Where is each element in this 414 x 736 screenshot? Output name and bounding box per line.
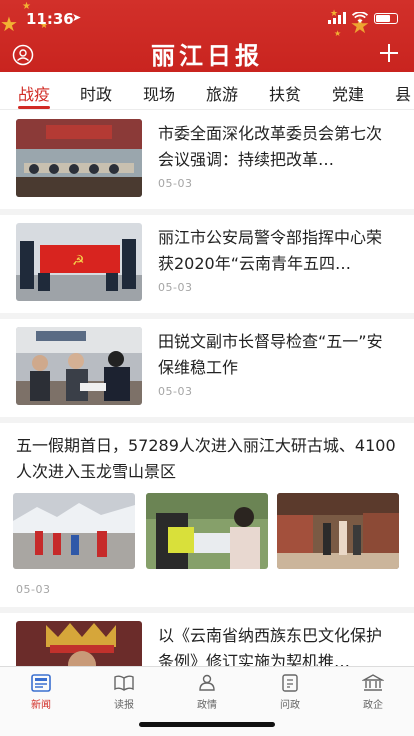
tabbar-label: 政企 bbox=[363, 700, 383, 711]
home-indicator bbox=[139, 722, 275, 727]
tabbar-label: 政情 bbox=[197, 700, 217, 711]
wifi-icon bbox=[352, 12, 368, 23]
tabbar-read-paper[interactable]: 读报 bbox=[94, 673, 154, 711]
tab-shizheng[interactable]: 时政 bbox=[80, 81, 112, 105]
tab-lvyou[interactable]: 旅游 bbox=[206, 81, 238, 105]
news-date: 05-03 bbox=[158, 385, 193, 398]
cellular-signal-icon bbox=[328, 12, 346, 24]
news-title[interactable]: 以《云南省纳西族东巴文化保护条例》修订实施为契机推… bbox=[158, 623, 394, 666]
news-thumbnail-inspection bbox=[16, 327, 142, 405]
tabbar-label: 读报 bbox=[114, 700, 134, 711]
tab-xianchang[interactable]: 现场 bbox=[143, 81, 175, 105]
news-title[interactable]: 丽江市公安局警令部指挥中心荣获2020年“云南青年五四… bbox=[158, 225, 394, 277]
tab-dangjian[interactable]: 党建 bbox=[332, 81, 364, 105]
inquiry-document-icon bbox=[282, 674, 298, 692]
news-date: 05-03 bbox=[158, 281, 193, 294]
tabbar-news[interactable]: 新闻 bbox=[11, 673, 71, 711]
app-logo-title: 丽江日报 bbox=[151, 41, 263, 70]
tabbar-label: 问政 bbox=[280, 700, 300, 711]
tabbar-politics[interactable]: 政情 bbox=[177, 673, 237, 711]
category-tabs: 战疫 时政 现场 旅游 扶贫 党建 县 bbox=[0, 72, 414, 110]
gallery-image-snow-mountain bbox=[13, 493, 135, 569]
tab-zhanyi[interactable]: 战疫 bbox=[18, 81, 50, 105]
tab-fupin[interactable]: 扶贫 bbox=[269, 81, 301, 105]
status-icons bbox=[328, 12, 398, 24]
tabbar-label: 新闻 bbox=[31, 700, 51, 711]
tabbar-inquiry[interactable]: 问政 bbox=[260, 673, 320, 711]
location-arrow-icon: ➤ bbox=[72, 11, 82, 24]
active-tab-indicator bbox=[18, 106, 50, 109]
status-time: 11:36 bbox=[26, 10, 74, 28]
news-item[interactable]: 市委全面深化改革委员会第七次会议强调：持续把改革… 05-03 bbox=[0, 111, 414, 215]
news-item[interactable]: ☭ 丽江市公安局警令部指挥中心荣获2020年“云南青年五四… 05-03 bbox=[0, 215, 414, 319]
app-header: ★ ★ ★ ★ ★ ★ 11:36 ➤ 丽江日报 bbox=[0, 0, 414, 72]
news-title[interactable]: 田锐文副市长督导检查“五一”安保维稳工作 bbox=[158, 329, 394, 381]
tabbar-gov-enterprise[interactable]: 政企 bbox=[343, 673, 403, 711]
gallery-image-old-town bbox=[277, 493, 399, 569]
add-plus-icon[interactable] bbox=[378, 42, 400, 64]
news-item[interactable]: 以《云南省纳西族东巴文化保护条例》修订实施为契机推… bbox=[0, 613, 414, 666]
news-thumbnail-dongba bbox=[16, 621, 142, 666]
tab-xian[interactable]: 县 bbox=[395, 81, 411, 105]
news-item-gallery[interactable]: 五一假期首日，57289人次进入丽江大研古城、4100人次进入玉龙雪山景区 05… bbox=[0, 423, 414, 613]
news-feed: 市委全面深化改革委员会第七次会议强调：持续把改革… 05-03 ☭ 丽江市公安局… bbox=[0, 111, 414, 666]
status-bar: 11:36 ➤ bbox=[0, 10, 414, 30]
battery-icon bbox=[374, 12, 398, 24]
svg-text:☭: ☭ bbox=[72, 253, 85, 269]
news-thumbnail-flag: ☭ bbox=[16, 223, 142, 301]
official-person-icon bbox=[199, 674, 215, 691]
gallery-image-checkpoint bbox=[146, 493, 268, 569]
news-item[interactable]: 田锐文副市长督导检查“五一”安保维稳工作 05-03 bbox=[0, 319, 414, 423]
open-book-icon bbox=[114, 675, 134, 691]
news-date: 05-03 bbox=[158, 177, 193, 190]
news-date: 05-03 bbox=[16, 583, 51, 596]
news-thumbnail-meeting bbox=[16, 119, 142, 197]
newspaper-icon bbox=[31, 674, 51, 692]
news-title[interactable]: 市委全面深化改革委员会第七次会议强调：持续把改革… bbox=[158, 121, 394, 173]
government-building-icon bbox=[362, 674, 384, 691]
news-title[interactable]: 五一假期首日，57289人次进入丽江大研古城、4100人次进入玉龙雪山景区 bbox=[16, 433, 402, 485]
